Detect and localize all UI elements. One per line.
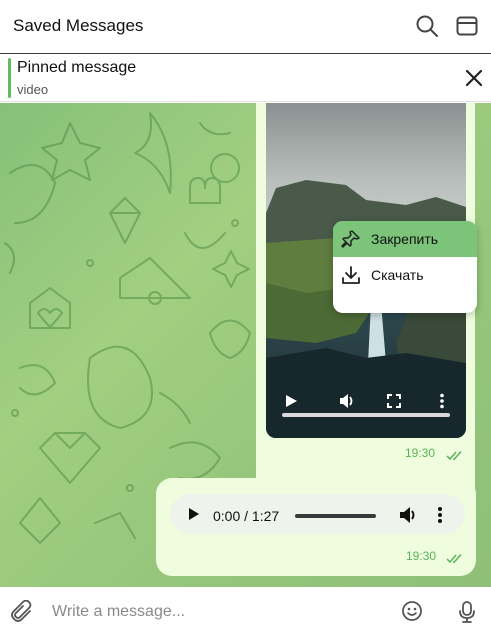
download-icon [341, 265, 361, 285]
video-progress-bar[interactable] [282, 413, 450, 417]
emoji-icon[interactable] [401, 600, 423, 622]
pinned-subtitle: video [17, 82, 49, 97]
volume-icon[interactable] [336, 390, 358, 412]
chat-title: Saved Messages [13, 16, 144, 35]
video-message-time: 19:30 [405, 446, 436, 460]
chat-area[interactable]: 19:30 Закрепить Скачать 0:00 / 1:27 19:3… [0, 103, 491, 587]
read-receipt-icon [446, 551, 464, 569]
audio-time: 0:00 / 1:27 [213, 508, 280, 524]
pinned-message-bar[interactable]: Pinned message video [0, 55, 491, 102]
audio-progress-bar[interactable] [295, 514, 376, 518]
search-icon[interactable] [414, 13, 440, 39]
message-composer [0, 587, 491, 637]
audio-message-time: 19:30 [406, 549, 437, 563]
more-icon[interactable] [430, 504, 450, 526]
window-icon[interactable] [454, 13, 480, 39]
attach-icon[interactable] [11, 599, 35, 624]
menu-item-download[interactable]: Скачать [333, 257, 477, 293]
pin-icon [341, 229, 361, 249]
menu-item-pin[interactable]: Закрепить [333, 221, 477, 257]
video-controls [266, 373, 466, 438]
fullscreen-icon[interactable] [383, 390, 405, 412]
play-icon[interactable] [280, 390, 302, 412]
close-icon[interactable] [460, 64, 488, 92]
menu-item-label: Скачать [371, 267, 424, 283]
read-receipt-icon [446, 448, 464, 466]
message-input[interactable] [52, 599, 382, 625]
menu-item-label: Закрепить [371, 231, 439, 247]
mic-icon[interactable] [457, 600, 477, 624]
pinned-accent-bar [8, 58, 11, 98]
pinned-title: Pinned message [17, 59, 137, 76]
context-menu: Закрепить Скачать [333, 221, 477, 313]
volume-icon[interactable] [397, 504, 419, 526]
chat-header: Saved Messages [0, 0, 491, 54]
more-icon[interactable] [431, 390, 453, 412]
play-icon[interactable] [183, 504, 203, 524]
